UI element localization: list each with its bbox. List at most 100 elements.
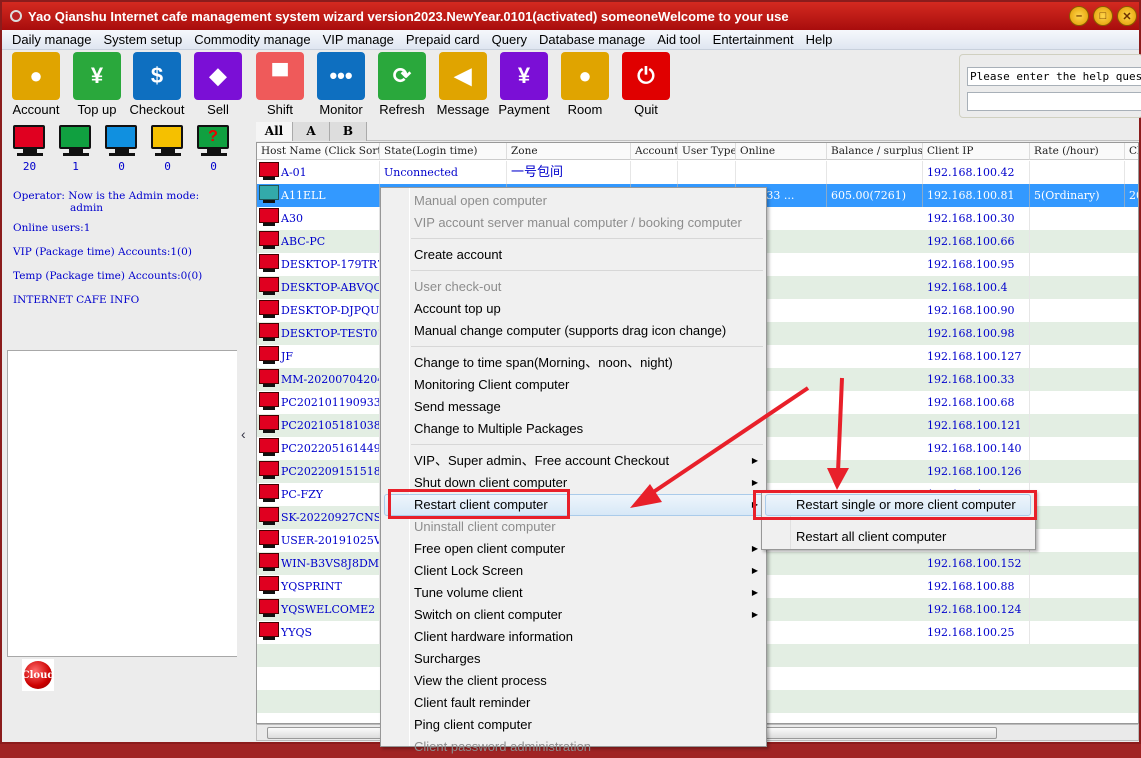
help-question-input[interactable]: Please enter the help question (967, 67, 1141, 86)
computer-icon (259, 415, 279, 435)
left-info-panel: 20 1 0 0? 0 Operator: Now is the Admin mode:… (6, 122, 238, 742)
column-header[interactable]: Zone (507, 143, 631, 160)
status-idle-counter[interactable]: 0 (105, 125, 138, 173)
menu-daily-manage[interactable]: Daily manage (6, 32, 98, 47)
toolbar-payment-button[interactable]: ¥ Payment (494, 52, 554, 117)
column-header[interactable]: User Type (678, 143, 736, 160)
submenu-arrow-icon: ▶ (751, 566, 758, 575)
help-answer-field[interactable] (967, 92, 1141, 111)
toolbar-top-up-button[interactable]: ¥ Top up (67, 52, 127, 117)
toolbar-account-button[interactable]: ● Account (6, 52, 66, 117)
title-bar: Yao Qianshu Internet cafe management sys… (2, 2, 1139, 30)
menu-commodity-manage[interactable]: Commodity manage (188, 32, 316, 47)
toolbar-refresh-button[interactable]: ⟳ Refresh (372, 52, 432, 117)
computer-icon (259, 484, 279, 504)
status-online-counter[interactable]: 1 (59, 125, 92, 173)
menu-item-ping-client-computer[interactable]: Ping client computer (414, 714, 532, 736)
menu-item-manual-open-computer[interactable]: Manual open computer (414, 190, 547, 212)
monitor-icon: ? (197, 125, 229, 149)
menu-item-client-hardware-information[interactable]: Client hardware information (414, 626, 573, 648)
menu-item-user-check-out[interactable]: User check-out (414, 276, 501, 298)
menu-item-manual-change-computer-supports-drag-icon-change[interactable]: Manual change computer (supports drag ic… (414, 320, 726, 342)
menu-item-uninstall-client-computer[interactable]: Uninstall client computer (414, 516, 556, 538)
restart-all-menu-item[interactable]: Restart all client computer (796, 526, 946, 548)
menu-item-surcharges[interactable]: Surcharges (414, 648, 480, 670)
menu-entertainment[interactable]: Entertainment (707, 32, 800, 47)
cell-ip: 192.168.100.126 (923, 460, 1030, 483)
status-count: 0 (118, 160, 125, 173)
info-content-box (7, 350, 237, 657)
toolbar-shift-button[interactable]: ▀ Shift (250, 52, 310, 117)
internet-cafe-info-link[interactable]: INTERNET CAFE INFO (13, 294, 139, 306)
menu-item-switch-on-client-computer[interactable]: Switch on client computer (414, 604, 562, 626)
menu-item-create-account[interactable]: Create account (414, 244, 502, 266)
minimize-button[interactable]: – (1069, 6, 1089, 26)
menu-item-change-to-time-span-morning-noon-night[interactable]: Change to time span(Morning、noon、night) (414, 352, 673, 374)
menu-item-client-password-administration[interactable]: Client password administration (414, 736, 591, 758)
menu-item-client-fault-reminder[interactable]: Client fault reminder (414, 692, 530, 714)
menu-item-free-open-client-computer[interactable]: Free open client computer (414, 538, 565, 560)
column-header[interactable]: Client IP (923, 143, 1030, 160)
status-offline-counter[interactable]: 20 (13, 125, 46, 173)
menu-help[interactable]: Help (800, 32, 839, 47)
menu-query[interactable]: Query (486, 32, 533, 47)
cell-account (631, 161, 678, 184)
panel-splitter[interactable]: ‹ (238, 122, 254, 742)
submenu-arrow-icon: ▶ (751, 478, 758, 487)
toolbar-sell-button[interactable]: ◆ Sell (188, 52, 248, 117)
menu-item-tune-volume-client[interactable]: Tune volume client (414, 582, 523, 604)
column-header[interactable]: Host Name (Click Sort) (257, 143, 380, 160)
column-header[interactable]: Balance / surplus (827, 143, 923, 160)
tab-b[interactable]: B (330, 122, 367, 141)
status-reserved-counter[interactable]: 0 (151, 125, 184, 173)
toolbar-quit-button[interactable]: ⏻ Quit (616, 52, 676, 117)
column-header[interactable]: Online (736, 143, 827, 160)
submenu-arrow-icon: ▶ (751, 588, 758, 597)
toolbar-checkout-button[interactable]: $ Checkout (127, 52, 187, 117)
annotation-box-restart-single (753, 490, 1037, 520)
computer-icon (259, 622, 279, 642)
cloud-icon: Cloud (22, 661, 54, 689)
toolbar-monitor-button[interactable]: ••• Monitor (311, 52, 371, 117)
menu-item-view-the-client-process[interactable]: View the client process (414, 670, 547, 692)
menu-item-vip-super-admin-free-account-checkout[interactable]: VIP、Super admin、Free account Checkout (414, 450, 669, 472)
menu-vip-manage[interactable]: VIP manage (317, 32, 400, 47)
column-header[interactable]: Account (631, 143, 678, 160)
cell-extra: 20 (1125, 184, 1138, 207)
tab-a[interactable]: A (293, 122, 330, 141)
cell-balance (827, 161, 923, 184)
annotation-box-restart (388, 489, 570, 519)
toolbar-label: Sell (207, 102, 229, 117)
status-unknown-counter[interactable]: ? 0 (197, 125, 230, 173)
operator-name: admin (70, 202, 104, 214)
online-users: Online users:1 (13, 222, 91, 234)
computer-icon (259, 346, 279, 366)
computer-icon (259, 461, 279, 481)
close-button[interactable]: ✕ (1117, 6, 1137, 26)
column-header[interactable]: State(Login time) (380, 143, 507, 160)
column-header[interactable]: Rate (/hour) (1030, 143, 1125, 160)
yen-icon: ¥ (500, 52, 548, 100)
menu-item-client-lock-screen[interactable]: Client Lock Screen (414, 560, 523, 582)
maximize-button[interactable]: □ (1093, 6, 1113, 26)
menu-item-vip-account-server-manual-computer-booking-computer[interactable]: VIP account server manual computer / boo… (414, 212, 742, 234)
menu-item-change-to-multiple-packages[interactable]: Change to Multiple Packages (414, 418, 583, 440)
menu-item-monitoring-client-computer[interactable]: Monitoring Client computer (414, 374, 569, 396)
table-row[interactable]: A-01 Unconnected 一号包间 192.168.100.42 (257, 161, 1138, 184)
menu-database-manage[interactable]: Database manage (533, 32, 651, 47)
tab-all[interactable]: All (256, 122, 293, 141)
collapse-left-icon[interactable]: ‹ (241, 426, 246, 442)
menu-aid-tool[interactable]: Aid tool (651, 32, 706, 47)
cloud-badge[interactable]: Cloud (22, 659, 54, 691)
toolbar-label: Room (567, 102, 603, 117)
column-header[interactable]: Cl (1125, 143, 1138, 160)
menu-system-setup[interactable]: System setup (98, 32, 189, 47)
menu-prepaid-card[interactable]: Prepaid card (400, 32, 486, 47)
menu-item-send-message[interactable]: Send message (414, 396, 501, 418)
toolbar-message-button[interactable]: ◀ Message (433, 52, 493, 117)
vip-accounts: VIP (Package time) Accounts:1(0) (13, 246, 192, 258)
menu-item-account-top-up[interactable]: Account top up (414, 298, 501, 320)
toolbar-room-button[interactable]: ● Room (555, 52, 615, 117)
computer-icon (259, 231, 279, 251)
computer-icon (259, 438, 279, 458)
